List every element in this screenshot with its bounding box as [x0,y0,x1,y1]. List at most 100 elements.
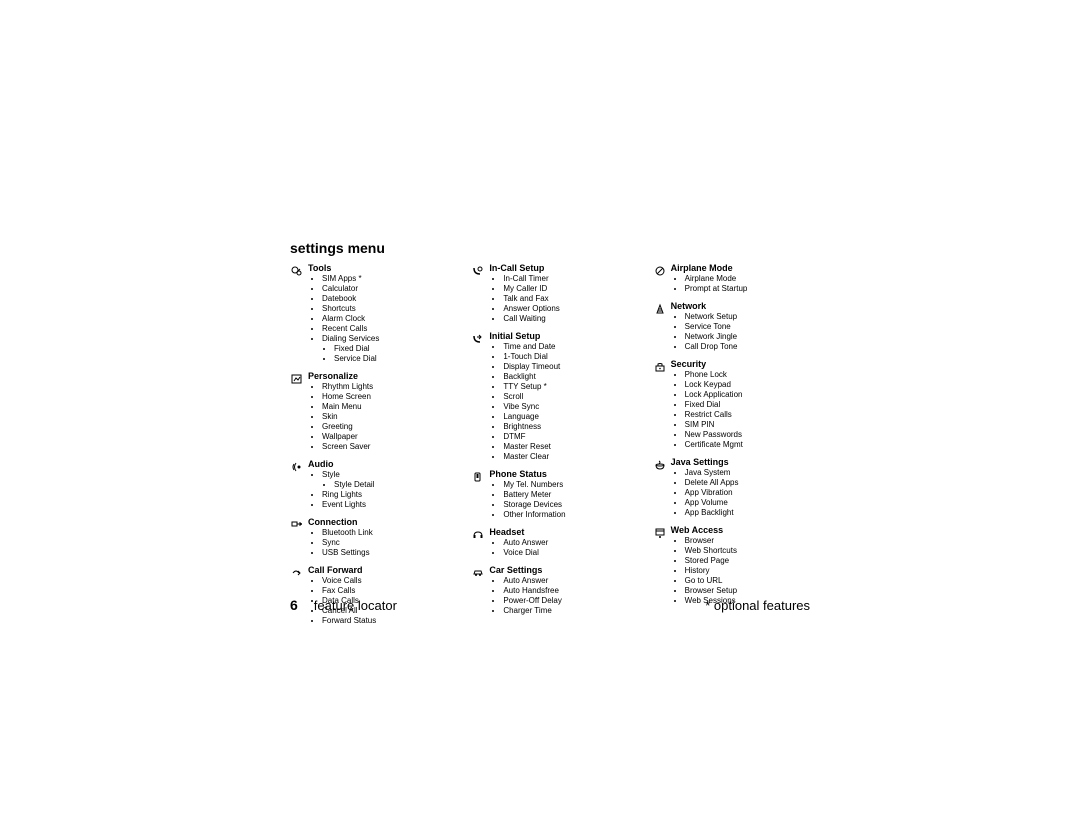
list-item: Ring Lights [322,490,447,500]
car-icon [471,566,485,578]
list-item: Delete All Apps [685,478,810,488]
list-item: Main Menu [322,402,447,412]
section-title: Personalize [308,370,447,382]
section-body: Call ForwardVoice CallsFax CallsData Cal… [308,564,447,628]
list-item: Browser Setup [685,586,810,596]
list-item: Stored Page [685,556,810,566]
audio-icon [290,460,304,472]
section-body: Initial SetupTime and Date1-Touch DialDi… [489,330,628,464]
list-item: Airplane Mode [685,274,810,284]
list-item: Time and Date [503,342,628,352]
section-items: StyleStyle DetailRing LightsEvent Lights [308,470,447,510]
list-item: Voice Calls [322,576,447,586]
section-title: Connection [308,516,447,528]
section-body: PersonalizeRhythm LightsHome ScreenMain … [308,370,447,454]
section-body: ConnectionBluetooth LinkSyncUSB Settings [308,516,447,560]
list-item: Call Drop Tone [685,342,810,352]
list-item: Web Shortcuts [685,546,810,556]
section-items: Airplane ModePrompt at Startup [671,274,810,294]
list-item: Scroll [503,392,628,402]
list-item: Wallpaper [322,432,447,442]
list-item: Prompt at Startup [685,284,810,294]
menu-section: In-Call SetupIn-Call TimerMy Caller IDTa… [471,262,628,326]
list-item: New Passwords [685,430,810,440]
list-item: Home Screen [322,392,447,402]
menu-section: AudioStyleStyle DetailRing LightsEvent L… [290,458,447,512]
list-item: Sync [322,538,447,548]
list-item: In-Call Timer [503,274,628,284]
list-item: App Volume [685,498,810,508]
list-item: Service Dial [334,354,447,364]
section-title: Java Settings [671,456,810,468]
list-item: SIM Apps * [322,274,447,284]
list-item: Skin [322,412,447,422]
menu-section: ToolsSIM Apps *CalculatorDatebookShortcu… [290,262,447,366]
section-title: Call Forward [308,564,447,576]
security-icon [653,360,667,372]
menu-section: Phone StatusMy Tel. NumbersBattery Meter… [471,468,628,522]
headset-icon [471,528,485,540]
list-item: App Backlight [685,508,810,518]
list-item: StyleStyle Detail [322,470,447,490]
menu-section: Web AccessBrowserWeb ShortcutsStored Pag… [653,524,810,608]
list-item: Calculator [322,284,447,294]
section-body: Phone StatusMy Tel. NumbersBattery Meter… [489,468,628,522]
menu-column: ToolsSIM Apps *CalculatorDatebookShortcu… [290,262,447,632]
menu-column: In-Call SetupIn-Call TimerMy Caller IDTa… [471,262,628,632]
list-item: DTMF [503,432,628,442]
list-item: Fixed Dial [334,344,447,354]
list-item: Fax Calls [322,586,447,596]
menu-section: Call ForwardVoice CallsFax CallsData Cal… [290,564,447,628]
incall-icon [471,264,485,276]
section-items: Rhythm LightsHome ScreenMain MenuSkinGre… [308,382,447,452]
callforward-icon [290,566,304,578]
section-title: Headset [489,526,628,538]
phonestatus-icon [471,470,485,482]
menu-section: PersonalizeRhythm LightsHome ScreenMain … [290,370,447,454]
section-title: Tools [308,262,447,274]
list-item: 1-Touch Dial [503,352,628,362]
list-item: Screen Saver [322,442,447,452]
list-item: Restrict Calls [685,410,810,420]
list-item: Talk and Fax [503,294,628,304]
section-items: Auto AnswerVoice Dial [489,538,628,558]
section-body: HeadsetAuto AnswerVoice Dial [489,526,628,560]
list-item: Go to URL [685,576,810,586]
list-item: Brightness [503,422,628,432]
sub-items: Style Detail [322,480,447,490]
web-icon [653,526,667,538]
settings-menu-page: settings menu ToolsSIM Apps *CalculatorD… [290,240,810,632]
list-item: Datebook [322,294,447,304]
menu-section: SecurityPhone LockLock KeypadLock Applic… [653,358,810,452]
section-items: My Tel. NumbersBattery MeterStorage Devi… [489,480,628,520]
footer-left: 6 feature locator [290,597,397,613]
section-body: Web AccessBrowserWeb ShortcutsStored Pag… [671,524,810,608]
section-title: Initial Setup [489,330,628,342]
section-title: Network [671,300,810,312]
list-item: Fixed Dial [685,400,810,410]
section-items: Network SetupService ToneNetwork JingleC… [671,312,810,352]
menu-section: ConnectionBluetooth LinkSyncUSB Settings [290,516,447,560]
menu-section: Java SettingsJava SystemDelete All AppsA… [653,456,810,520]
section-body: ToolsSIM Apps *CalculatorDatebookShortcu… [308,262,447,366]
page-footer-label: feature locator [314,598,397,613]
list-item: Auto Answer [503,538,628,548]
list-item: History [685,566,810,576]
list-item: Shortcuts [322,304,447,314]
list-item: Dialing ServicesFixed DialService Dial [322,334,447,364]
section-items: In-Call TimerMy Caller IDTalk and FaxAns… [489,274,628,324]
list-item: Master Clear [503,452,628,462]
list-item: App Vibration [685,488,810,498]
list-item: Answer Options [503,304,628,314]
optional-features-note: * optional features [705,598,810,613]
list-item: Display Timeout [503,362,628,372]
section-body: Airplane ModeAirplane ModePrompt at Star… [671,262,810,296]
list-item: Style Detail [334,480,447,490]
list-item: Service Tone [685,322,810,332]
section-body: AudioStyleStyle DetailRing LightsEvent L… [308,458,447,512]
page-title: settings menu [290,240,810,256]
list-item: SIM PIN [685,420,810,430]
network-icon [653,302,667,314]
page-footer-row: 6 feature locator * optional features [290,597,810,613]
list-item: Greeting [322,422,447,432]
